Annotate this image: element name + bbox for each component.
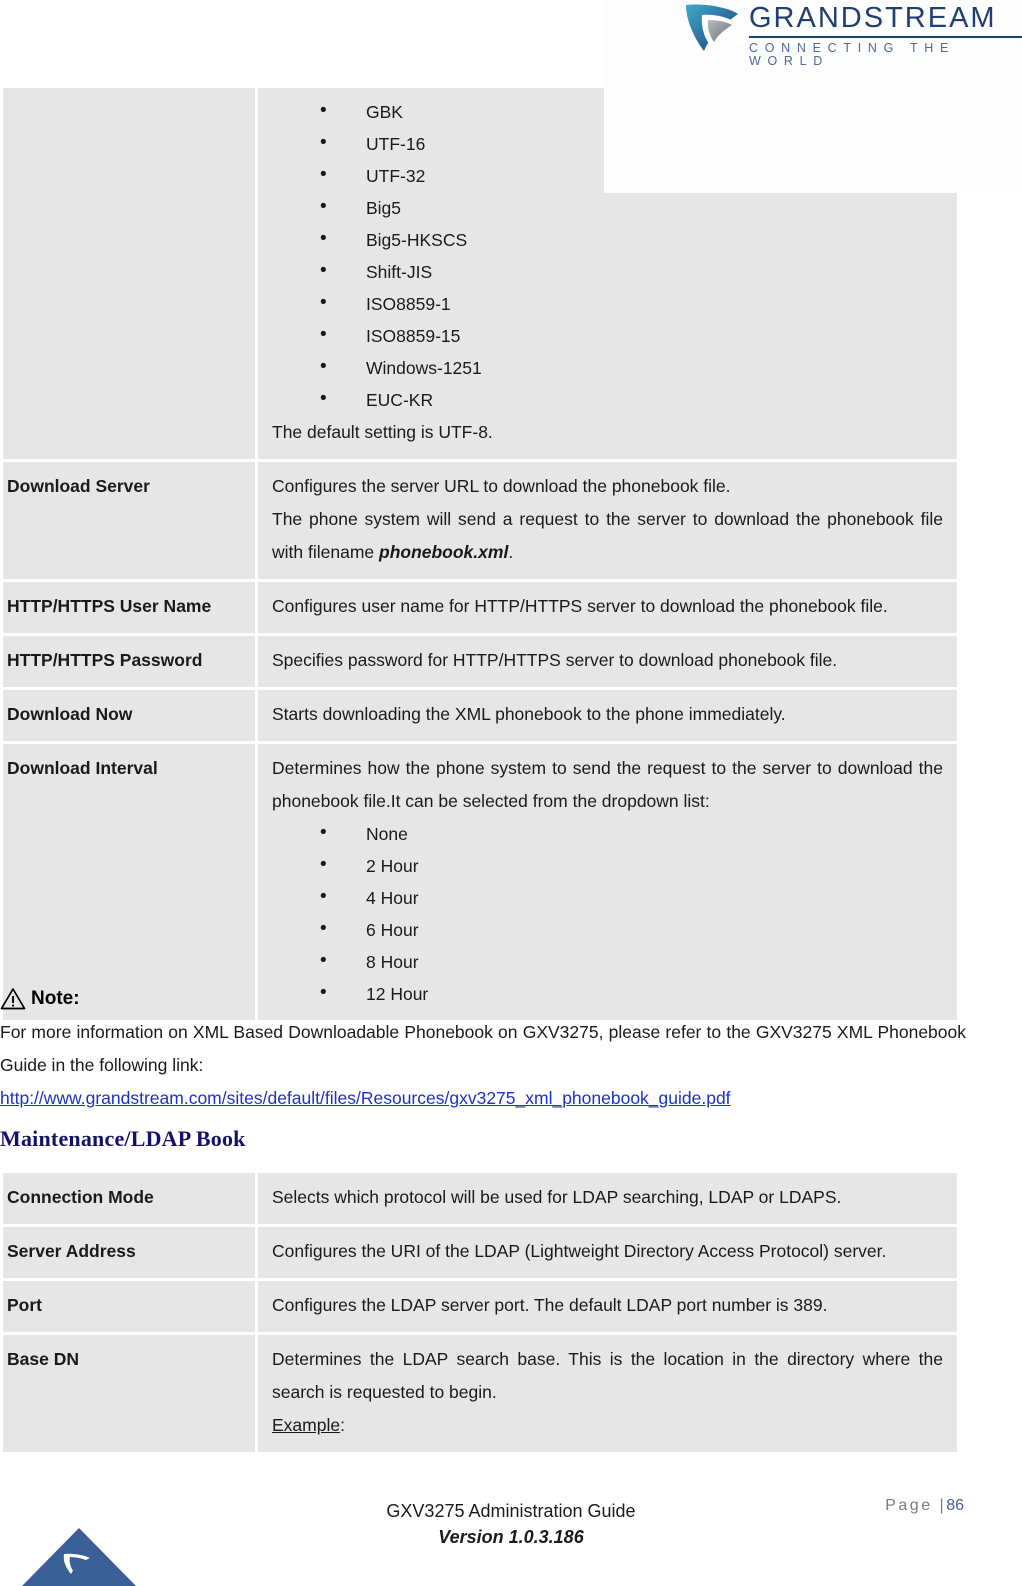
table-row: HTTP/HTTPS User Name Configures user nam… [3, 582, 957, 633]
section-heading-maintenance-ldap-book: Maintenance/LDAP Book [0, 1126, 246, 1151]
list-item: ISO8859-15 [272, 319, 943, 352]
warning-triangle-icon [0, 987, 26, 1009]
header-logo-block: GRANDSTREAM CONNECTING THE WORLD [604, 0, 1022, 193]
logo-divider [749, 36, 1022, 38]
row-key-encoding [3, 88, 255, 459]
list-item: 2 Hour [272, 849, 943, 882]
row-value-http-user-name: Configures user name for HTTP/HTTPS serv… [258, 582, 957, 633]
row-key-download-now: Download Now [3, 690, 255, 741]
base-dn-desc: Determines the LDAP search base. This is… [272, 1349, 943, 1402]
row-key-http-password: HTTP/HTTPS Password [3, 636, 255, 687]
base-dn-example-line: Example: [272, 1409, 943, 1442]
table-row: Connection Mode Selects which protocol w… [3, 1173, 957, 1224]
row-value-download-now: Starts downloading the XML phonebook to … [258, 690, 957, 741]
row-key-server-address: Server Address [3, 1227, 255, 1278]
row-value-download-server: Configures the server URL to download th… [258, 462, 957, 579]
row-key-connection-mode: Connection Mode [3, 1173, 255, 1224]
download-interval-options-list: None 2 Hour 4 Hour 6 Hour 8 Hour 12 Hour [272, 817, 943, 1010]
example-label: Example [272, 1415, 341, 1435]
download-server-line1: Configures the server URL to download th… [272, 476, 731, 496]
download-interval-desc: Determines how the phone system to send … [272, 758, 943, 811]
list-item: 6 Hour [272, 913, 943, 946]
xml-phonebook-guide-link[interactable]: http://www.grandstream.com/sites/default… [0, 1082, 968, 1115]
logo-text: GRANDSTREAM CONNECTING THE WORLD [749, 2, 1022, 67]
ldap-settings-table: Connection Mode Selects which protocol w… [0, 1170, 960, 1455]
row-key-port: Port [3, 1281, 255, 1332]
table-row: Download Server Configures the server UR… [3, 462, 957, 579]
phonebook-settings-table: GBK UTF-16 UTF-32 Big5 Big5-HKSCS Shift-… [0, 85, 960, 1023]
note-header: Note: [0, 983, 968, 1013]
download-server-period: . [508, 542, 514, 562]
logo-tagline: CONNECTING THE WORLD [749, 41, 956, 68]
list-item: 8 Hour [272, 945, 943, 978]
table-row: HTTP/HTTPS Password Specifies password f… [3, 636, 957, 687]
table-row: Port Configures the LDAP server port. Th… [3, 1281, 957, 1332]
row-key-download-interval: Download Interval [3, 744, 255, 1020]
note-body-text: For more information on XML Based Downlo… [0, 1022, 966, 1075]
logo-wordmark: GRANDSTREAM [749, 2, 997, 34]
row-value-download-interval: Determines how the phone system to send … [258, 744, 957, 1020]
row-key-http-user-name: HTTP/HTTPS User Name [3, 582, 255, 633]
row-key-download-server: Download Server [3, 462, 255, 579]
table-row: Download Interval Determines how the pho… [3, 744, 957, 1020]
encoding-default-note: The default setting is UTF-8. [272, 422, 493, 442]
list-item: Shift-JIS [272, 255, 943, 288]
grandstream-arrow-logo-icon [686, 4, 738, 51]
list-item: None [272, 817, 943, 850]
note-label: Note: [31, 987, 80, 1009]
list-item: EUC-KR [272, 383, 943, 416]
list-item: ISO8859-1 [272, 287, 943, 320]
phonebook-filename: phonebook.xml [379, 542, 509, 562]
grandstream-logo: GRANDSTREAM CONNECTING THE WORLD [684, 2, 1022, 67]
footer-doc-info: GXV3275 Administration Guide Version 1.0… [0, 1498, 1022, 1550]
example-colon: : [340, 1415, 345, 1435]
table-row: Download Now Starts downloading the XML … [3, 690, 957, 741]
row-key-base-dn: Base DN [3, 1335, 255, 1452]
list-item: Big5 [272, 191, 943, 224]
list-item: Big5-HKSCS [272, 223, 943, 256]
table-row: Base DN Determines the LDAP search base.… [3, 1335, 957, 1452]
row-value-port: Configures the LDAP server port. The def… [258, 1281, 957, 1332]
row-value-http-password: Specifies password for HTTP/HTTPS server… [258, 636, 957, 687]
footer-doc-title: GXV3275 Administration Guide [386, 1501, 636, 1521]
list-item: 4 Hour [272, 881, 943, 914]
footer-doc-version: Version 1.0.3.186 [438, 1527, 584, 1547]
document-page: GRANDSTREAM CONNECTING THE WORLD GBK UTF… [0, 0, 1022, 1586]
footer-grandstream-triangle-logo-icon [22, 1528, 136, 1586]
row-value-connection-mode: Selects which protocol will be used for … [258, 1173, 957, 1224]
download-server-line2: The phone system will send a request to … [272, 503, 943, 569]
note-block: Note: For more information on XML Based … [0, 983, 968, 1115]
download-server-text: The phone system will send a request to … [272, 509, 943, 562]
list-item: Windows-1251 [272, 351, 943, 384]
row-value-server-address: Configures the URI of the LDAP (Lightwei… [258, 1227, 957, 1278]
row-value-base-dn: Determines the LDAP search base. This is… [258, 1335, 957, 1452]
table-row: Server Address Configures the URI of the… [3, 1227, 957, 1278]
